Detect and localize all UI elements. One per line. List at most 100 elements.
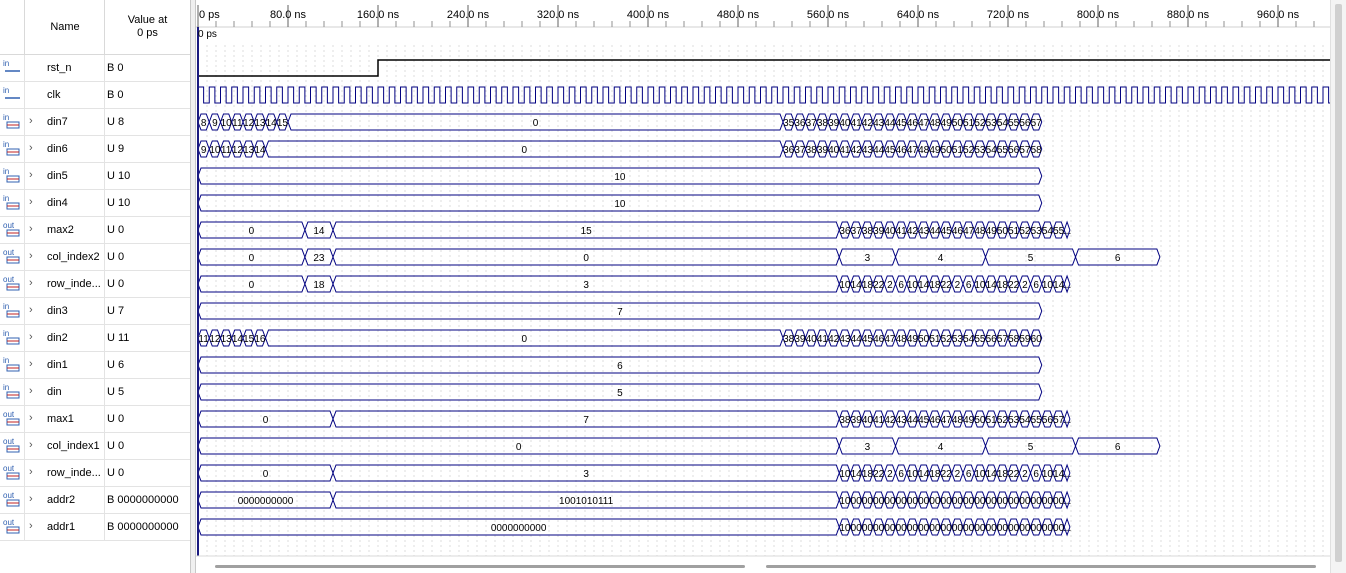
horizontal-scrollbar-right[interactable] xyxy=(766,565,1316,568)
bus-value-label: 00 xyxy=(1031,523,1043,534)
bus-value-label: 00 xyxy=(929,496,941,507)
signal-name: din1 xyxy=(47,359,68,371)
vertical-scrollbar[interactable] xyxy=(1330,0,1346,573)
expand-chevron-icon[interactable]: › xyxy=(29,385,39,399)
bus-value-label: 00 xyxy=(1042,523,1054,534)
svg-text:in: in xyxy=(3,140,9,149)
signal-row[interactable]: in › din2 U 11 xyxy=(0,325,190,352)
bus-value-label: 43 xyxy=(862,145,874,156)
signal-row[interactable]: in › din U 5 xyxy=(0,379,190,406)
input-pin-icon: in xyxy=(3,302,20,318)
signal-row[interactable]: in › din4 U 10 xyxy=(0,190,190,217)
expand-chevron-icon[interactable]: › xyxy=(29,331,39,345)
signal-row[interactable]: in › din6 U 9 xyxy=(0,136,190,163)
vertical-scrollbar-thumb[interactable] xyxy=(1335,4,1342,562)
bus-value-label: 49 xyxy=(941,118,953,129)
bus-value-label: 48 xyxy=(974,226,986,237)
output-pin-icon: out xyxy=(3,518,20,534)
bus-value-label: 18 xyxy=(997,469,1009,480)
row-divider xyxy=(104,136,105,163)
signal-row[interactable]: in rst_n B 0 xyxy=(0,55,190,82)
row-divider xyxy=(104,163,105,190)
horizontal-scrollbar-left[interactable] xyxy=(215,565,745,568)
row-divider xyxy=(104,217,105,244)
signal-value: B 0 xyxy=(107,89,124,101)
signal-row[interactable]: out › max2 U 0 xyxy=(0,217,190,244)
expand-chevron-icon[interactable]: › xyxy=(29,277,39,291)
bus-value-label: 51 xyxy=(952,145,964,156)
svg-text:in: in xyxy=(3,383,9,392)
bus-value-label: 00 xyxy=(862,496,874,507)
bus-value-label: 5 xyxy=(1028,442,1034,453)
signal-row[interactable]: in clk B 0 xyxy=(0,82,190,109)
expand-chevron-icon[interactable]: › xyxy=(29,358,39,372)
signal-row[interactable]: out › addr2 B 0000000000 xyxy=(0,487,190,514)
bus-value-label: 10 xyxy=(907,469,919,480)
signal-row[interactable]: in › din1 U 6 xyxy=(0,352,190,379)
bus-value-label: 43 xyxy=(896,415,908,426)
bus-value-label: 14 xyxy=(232,334,244,345)
expand-chevron-icon[interactable]: › xyxy=(29,466,39,480)
expand-chevron-icon[interactable]: › xyxy=(29,223,39,237)
bus-value-label: 52 xyxy=(1019,226,1031,237)
signal-row[interactable]: in › din5 U 10 xyxy=(0,163,190,190)
output-pin-icon: out xyxy=(3,491,20,507)
signal-row[interactable]: out › col_index2 U 0 xyxy=(0,244,190,271)
bus-value-label: 52 xyxy=(963,145,975,156)
waveform-panel[interactable]: 0 ps 80.0 ns 160.0 ns 240.0 ns 320.0 ns 400.0… xyxy=(196,0,1330,573)
bus-value-label: 8 xyxy=(201,118,207,129)
expand-chevron-icon[interactable]: › xyxy=(29,520,39,534)
expand-chevron-icon[interactable]: › xyxy=(29,493,39,507)
bus-value-label: 42 xyxy=(884,415,896,426)
signal-name: din7 xyxy=(47,116,68,128)
bus-value-label: 46 xyxy=(929,415,941,426)
input-pin-icon: in xyxy=(3,113,20,129)
bus-value-label: 18 xyxy=(929,280,941,291)
expand-chevron-icon[interactable]: › xyxy=(29,439,39,453)
signal-row[interactable]: out › row_inde... U 0 xyxy=(0,460,190,487)
signal-row[interactable]: out › addr1 B 0000000000 xyxy=(0,514,190,541)
bus-value-label: 00 xyxy=(1042,496,1054,507)
expand-chevron-icon[interactable]: › xyxy=(29,142,39,156)
signal-value: U 6 xyxy=(107,359,125,371)
expand-chevron-icon[interactable]: › xyxy=(29,115,39,129)
bus-value-label: 10 xyxy=(1042,469,1054,480)
expand-chevron-icon[interactable]: › xyxy=(29,304,39,318)
row-divider xyxy=(104,109,105,136)
signal-row[interactable]: out › max1 U 0 xyxy=(0,406,190,433)
bus-value-label: 49 xyxy=(986,226,998,237)
ruler-tick-label: 240.0 ns xyxy=(447,9,490,21)
bus-value-label: 18 xyxy=(313,280,325,291)
bus-value-label: 6 xyxy=(898,469,904,480)
expand-chevron-icon[interactable]: › xyxy=(29,196,39,210)
expand-chevron-icon[interactable]: › xyxy=(29,250,39,264)
bus-value-label: 10 xyxy=(209,145,221,156)
bus-value-label: 23 xyxy=(313,253,325,264)
bus-value-label: 40 xyxy=(828,145,840,156)
output-pin-icon: out xyxy=(3,248,20,264)
expand-chevron-icon[interactable]: › xyxy=(29,169,39,183)
bus-value-label: 55 xyxy=(1031,415,1043,426)
bus-value-label: 0 xyxy=(249,253,255,264)
bus-value-label: 47 xyxy=(941,415,953,426)
signal-row[interactable]: out › col_index1 U 0 xyxy=(0,433,190,460)
bus-value-label: 00 xyxy=(862,523,874,534)
signal-row[interactable]: in › din7 U 8 xyxy=(0,109,190,136)
expand-chevron-icon[interactable]: › xyxy=(29,412,39,426)
input-pin-icon: in xyxy=(3,383,20,399)
svg-text:out: out xyxy=(3,491,15,500)
signal-row[interactable]: in › din3 U 7 xyxy=(0,298,190,325)
row-divider xyxy=(24,244,25,271)
signal-row[interactable]: out › row_inde... U 0 xyxy=(0,271,190,298)
bus-value-label: 10 xyxy=(614,199,626,210)
bus-value-label: 6 xyxy=(1033,469,1039,480)
name-column-header[interactable]: Name xyxy=(26,21,104,33)
bus-value-label: 42 xyxy=(828,334,840,345)
bus-value-label: 00 xyxy=(918,523,930,534)
bus-value-label: 55 xyxy=(1008,118,1020,129)
value-column-header[interactable]: Value at 0 ps xyxy=(105,14,190,40)
bus-value-label: 0000000000 xyxy=(491,523,547,534)
bus-value-label: 56 xyxy=(1042,415,1054,426)
bus-value-label: 10 xyxy=(839,523,851,534)
signal-value: U 0 xyxy=(107,251,125,263)
